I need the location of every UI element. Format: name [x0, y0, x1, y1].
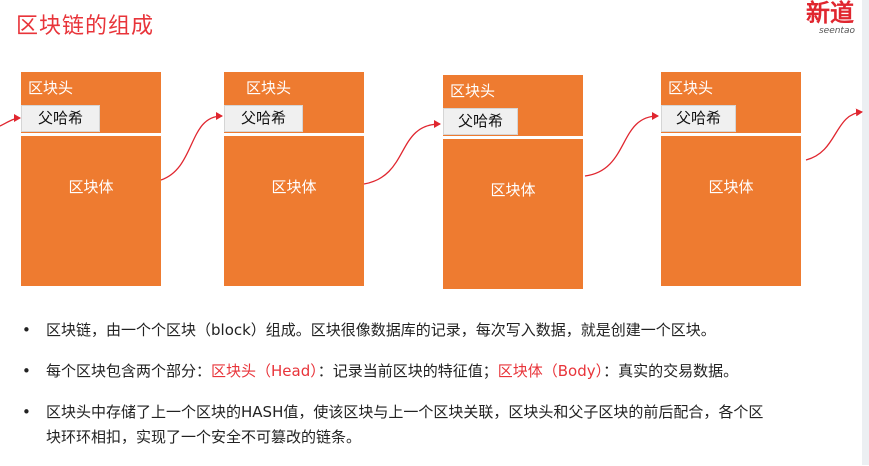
block-divider: [443, 136, 583, 139]
bullet-text-mid: ：记录当前区块的特征值；: [317, 362, 498, 380]
bullet-dot-icon: •: [22, 403, 31, 421]
parent-hash-box: 父哈希: [661, 105, 736, 132]
block-1: 区块头 父哈希 区块体: [21, 72, 161, 286]
block-head-label: 区块头: [246, 79, 292, 97]
highlight-head: 区块头（Head）: [211, 362, 318, 380]
bullet-text-pre: 每个区块包含两个部分：: [46, 362, 212, 380]
block-3: 区块头 父哈希 区块体: [443, 75, 583, 289]
block-head-label: 区块头: [28, 79, 74, 97]
block-divider: [224, 133, 364, 136]
parent-hash-box: 父哈希: [443, 108, 518, 135]
block-head-label: 区块头: [668, 79, 714, 97]
bullet-dot-icon: •: [22, 321, 31, 339]
block-body-label: 区块体: [68, 178, 114, 196]
block-body-label: 区块体: [490, 181, 536, 199]
bullet-item: • 区块链，由一个个区块（block）组成。区块很像数据库的记录，每次写入数据，…: [22, 318, 842, 343]
bullet-item: • 每个区块包含两个部分：区块头（Head）：记录当前区块的特征值；区块体（Bo…: [22, 359, 842, 384]
parent-hash-box: 父哈希: [224, 105, 303, 132]
block-divider: [21, 133, 161, 136]
bullet-dot-icon: •: [22, 362, 31, 380]
block-2: 区块头 父哈希 区块体: [224, 72, 364, 286]
bullet-text: 区块链，由一个个区块（block）组成。区块很像数据库的记录，每次写入数据，就是…: [46, 321, 716, 339]
highlight-body: 区块体（Body）: [497, 362, 604, 380]
bullet-text-line2: 块环环相扣，实现了一个安全不可篡改的链条。: [46, 428, 362, 446]
arrow-1-to-2: [160, 112, 223, 181]
block-head-label: 区块头: [450, 82, 496, 100]
parent-hash-box: 父哈希: [21, 105, 100, 132]
arrow-3-to-4: [584, 112, 659, 177]
bullet-item: • 区块头中存储了上一个区块的HASH值，使该区块与上一个区块关联，区块头和父子…: [22, 400, 842, 450]
block-body-label: 区块体: [271, 178, 317, 196]
bullet-text-line1: 区块头中存储了上一个区块的HASH值，使该区块与上一个区块关联，区块头和父子区块…: [46, 403, 764, 421]
arrow-incoming: [0, 114, 21, 127]
block-4: 区块头 父哈希 区块体: [661, 72, 801, 286]
arrow-outgoing: [805, 108, 863, 161]
bullet-list: • 区块链，由一个个区块（block）组成。区块很像数据库的记录，每次写入数据，…: [22, 318, 842, 466]
arrow-2-to-3: [363, 120, 441, 185]
block-body-label: 区块体: [708, 178, 754, 196]
block-divider: [661, 133, 801, 136]
bullet-text-post: ：真实的交易数据。: [603, 362, 739, 380]
